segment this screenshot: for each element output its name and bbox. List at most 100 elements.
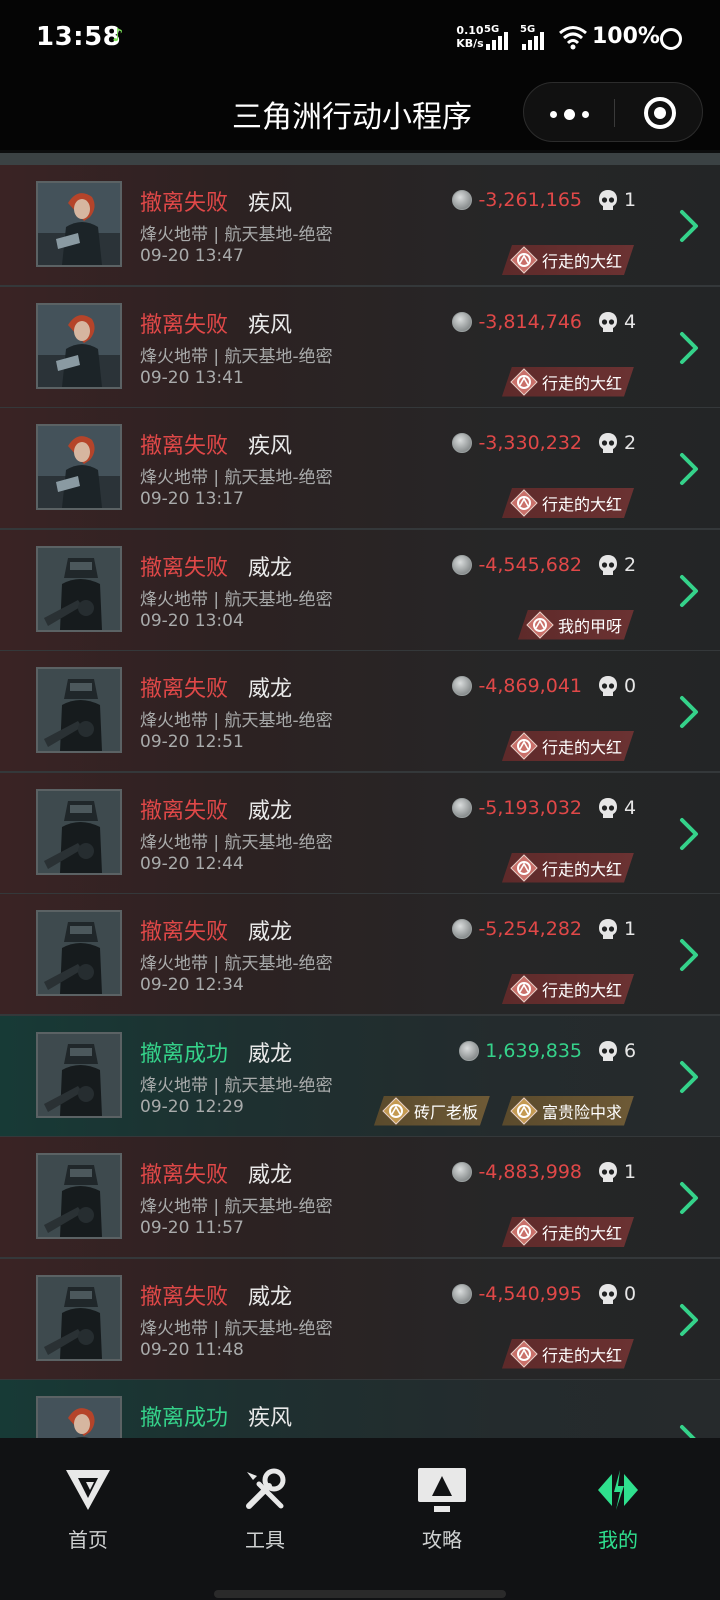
operator-avatar bbox=[36, 910, 122, 996]
value-summary: -4,883,998 1 bbox=[452, 1157, 638, 1187]
home-indicator[interactable] bbox=[214, 1590, 506, 1598]
operator-avatar bbox=[36, 424, 122, 510]
match-record-row[interactable]: 撤离失败 威龙 烽火地带 | 航天基地-绝密 09-20 12:51 -4,869,04… bbox=[0, 651, 720, 773]
badge-label: 行走的大红 bbox=[541, 1345, 622, 1365]
gold-emblem-icon bbox=[510, 1097, 538, 1125]
match-time: 09-20 11:57 bbox=[140, 1218, 244, 1238]
nav-tools[interactable]: 工具 bbox=[205, 1466, 325, 1553]
coin-icon bbox=[452, 554, 473, 575]
badge-list: 行走的大红 bbox=[502, 731, 634, 761]
coin-icon bbox=[452, 797, 473, 818]
operator-name: 威龙 bbox=[248, 1284, 293, 1310]
chevron-right-icon bbox=[680, 939, 698, 971]
coin-icon bbox=[459, 1040, 480, 1061]
match-record-row[interactable]: 撤离失败 威龙 烽火地带 | 航天基地-绝密 09-20 11:48 -4,540,99… bbox=[0, 1258, 720, 1381]
badge-list: 行走的大红 bbox=[502, 853, 634, 883]
red-emblem-icon bbox=[526, 611, 554, 639]
kill-count: 0 bbox=[624, 675, 637, 697]
match-record-row[interactable]: 撤离失败 疾风 烽火地带 | 航天基地-绝密 09-20 13:47 -3,261,16… bbox=[0, 165, 720, 287]
match-time: 09-20 11:48 bbox=[140, 1339, 244, 1360]
value-summary: -5,254,282 1 bbox=[452, 914, 638, 944]
extraction-status: 撤离失败 bbox=[140, 920, 229, 945]
chevron-right-icon bbox=[680, 817, 698, 850]
kill-count: 4 bbox=[624, 796, 637, 819]
skull-icon bbox=[599, 554, 617, 575]
kill-count: 4 bbox=[624, 310, 637, 333]
operator-avatar bbox=[36, 788, 122, 875]
nav-guide[interactable]: 攻略 bbox=[382, 1466, 502, 1553]
achievement-badge: 行走的大红 bbox=[502, 488, 634, 518]
more-menu-button[interactable] bbox=[548, 101, 592, 125]
coin-icon bbox=[452, 433, 473, 453]
match-record-row[interactable]: 撤离失败 疾风 烽火地带 | 航天基地-绝密 09-20 13:41 -3,814,74… bbox=[0, 286, 720, 409]
nav-label: 攻略 bbox=[422, 1528, 462, 1552]
badge-list: 我的甲呀 bbox=[518, 610, 634, 640]
map-info: 烽火地带 | 航天基地-绝密 bbox=[140, 832, 333, 853]
chevron-right-icon bbox=[680, 1303, 698, 1336]
coin-icon bbox=[452, 919, 473, 939]
match-record-row[interactable]: 撤离失败 疾风 烽火地带 | 航天基地-绝密 09-20 13:17 -3,330,23… bbox=[0, 408, 720, 530]
status-time: 13:58 bbox=[36, 22, 122, 52]
chevron-right-icon bbox=[680, 696, 698, 728]
mini-program-header: 三角洲行动小程序 bbox=[0, 78, 720, 150]
map-info: 烽火地带 | 航天基地-绝密 bbox=[140, 1075, 333, 1096]
network-speed-unit: KB/s bbox=[456, 37, 484, 50]
chevron-right-icon bbox=[680, 1425, 696, 1438]
match-record-row[interactable]: 撤离失败 威龙 烽火地带 | 航天基地-绝密 09-20 11:57 -4,883,99… bbox=[0, 1137, 720, 1259]
value-change: -4,869,041 bbox=[478, 675, 582, 697]
value-summary: 1,639,835 6 bbox=[459, 1036, 638, 1066]
badge-label: 行走的大红 bbox=[541, 981, 622, 1000]
match-record-row[interactable]: 撤离失败 威龙 烽火地带 | 航天基地-绝密 09-20 12:44 -5,193,03… bbox=[0, 772, 720, 895]
chevron-right-icon bbox=[680, 453, 698, 485]
achievement-badge: 行走的大红 bbox=[502, 853, 634, 883]
value-summary: -4,545,682 2 bbox=[452, 550, 638, 580]
operator-avatar bbox=[36, 667, 122, 753]
coin-icon bbox=[452, 676, 473, 696]
badge-list: 行走的大红 bbox=[502, 1339, 634, 1369]
operator-name: 疾风 bbox=[248, 312, 293, 338]
match-record-list[interactable]: 撤离失败 疾风 烽火地带 | 航天基地-绝密 09-20 13:47 -3,261,16… bbox=[0, 153, 720, 1438]
badge-label: 行走的大红 bbox=[541, 373, 622, 393]
value-summary: -4,540,995 0 bbox=[452, 1279, 638, 1309]
value-change: -3,330,232 bbox=[478, 432, 582, 454]
battery-level: 100% bbox=[592, 24, 660, 49]
chevron-right-icon bbox=[680, 1060, 698, 1093]
match-record-row[interactable]: 撤离失败 威龙 烽火地带 | 航天基地-绝密 09-20 12:34 -5,254,28… bbox=[0, 894, 720, 1016]
badge-label: 行走的大红 bbox=[541, 738, 622, 757]
match-record-row[interactable]: 撤离成功 疾风 bbox=[0, 1380, 720, 1438]
skull-icon bbox=[599, 311, 617, 332]
coin-icon bbox=[452, 311, 473, 332]
achievement-badge: 行走的大红 bbox=[502, 367, 634, 397]
match-record-row[interactable]: 撤离失败 威龙 烽火地带 | 航天基地-绝密 09-20 13:04 -4,545,68… bbox=[0, 529, 720, 652]
kill-count: 1 bbox=[624, 918, 637, 940]
value-summary: -5,193,032 4 bbox=[452, 793, 638, 823]
chevron-right-icon bbox=[680, 331, 698, 364]
match-time: 09-20 13:47 bbox=[140, 246, 244, 266]
operator-name: 疾风 bbox=[248, 191, 293, 216]
skull-icon bbox=[599, 1283, 617, 1304]
match-record-row[interactable]: 撤离成功 威龙 烽火地带 | 航天基地-绝密 09-20 12:29 1,639,835… bbox=[0, 1015, 720, 1138]
operator-avatar bbox=[36, 302, 122, 389]
red-emblem-icon bbox=[510, 246, 538, 274]
extraction-status: 撤离失败 bbox=[140, 1284, 229, 1310]
nav-profile[interactable]: 我的 bbox=[558, 1466, 678, 1553]
close-mini-program-button[interactable] bbox=[644, 97, 676, 129]
nav-home[interactable]: 首页 bbox=[28, 1466, 148, 1553]
network-speed-value: 0.10 bbox=[456, 24, 484, 37]
operator-name: 威龙 bbox=[248, 920, 293, 945]
value-change: 1,639,835 bbox=[485, 1039, 582, 1062]
extraction-status: 撤离失败 bbox=[140, 434, 229, 459]
value-change: -4,883,998 bbox=[478, 1161, 582, 1183]
skull-icon bbox=[599, 190, 617, 210]
badge-label: 砖厂老板 bbox=[413, 1102, 478, 1122]
nav-label: 工具 bbox=[245, 1528, 285, 1552]
home-logo-icon bbox=[66, 1470, 110, 1510]
map-info: 烽火地带 | 航天基地-绝密 bbox=[140, 589, 333, 610]
operator-avatar bbox=[36, 545, 122, 632]
operator-name: 威龙 bbox=[248, 677, 293, 702]
coin-icon bbox=[452, 1162, 473, 1182]
value-summary: -3,330,232 2 bbox=[452, 428, 638, 458]
chevron-right-icon bbox=[680, 210, 698, 242]
achievement-badge: 行走的大红 bbox=[502, 1217, 634, 1247]
red-emblem-icon bbox=[510, 1340, 538, 1368]
